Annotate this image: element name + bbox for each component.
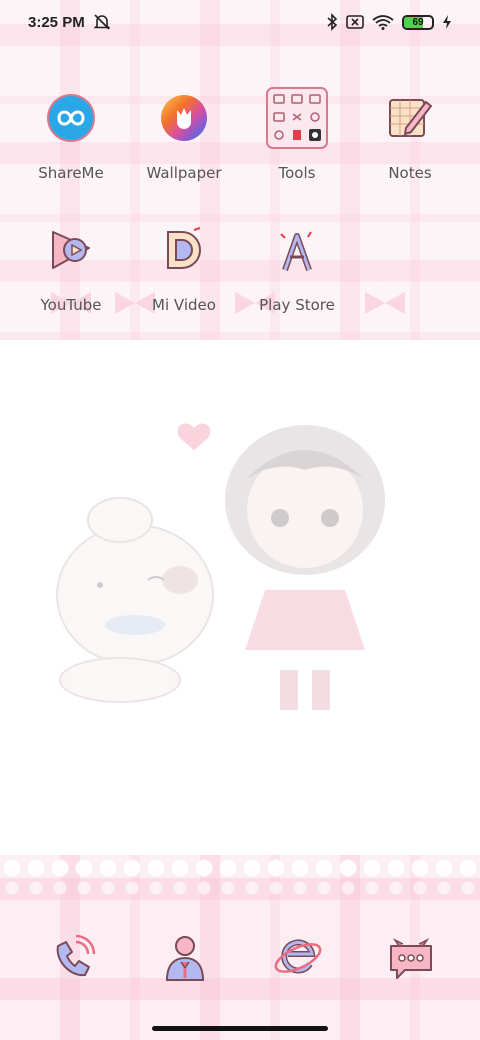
app-label: Mi Video: [152, 296, 216, 314]
dock-phone[interactable]: [40, 926, 104, 990]
dock-browser[interactable]: [266, 926, 330, 990]
wallpaper-illustration: [56, 423, 385, 710]
wallpaper-lace-trim: [0, 858, 480, 908]
contacts-icon: [165, 936, 205, 981]
battery-icon: 69: [402, 14, 434, 30]
browser-icon: [274, 939, 322, 974]
notes-icon: [378, 86, 442, 150]
bow-decoration: [365, 292, 405, 314]
app-label: Notes: [388, 164, 432, 182]
messages-icon: [390, 938, 432, 979]
alarm-off-icon: [93, 14, 111, 30]
no-sim-icon: [346, 15, 364, 29]
app-mi-video[interactable]: Mi Video: [129, 218, 239, 314]
app-label: YouTube: [40, 296, 102, 314]
app-label: Tools: [278, 164, 316, 182]
charging-icon: [443, 15, 451, 29]
mi-video-icon: [152, 218, 216, 282]
app-label: Play Store: [259, 296, 335, 314]
home-indicator[interactable]: [152, 1026, 328, 1031]
app-wallpaper[interactable]: Wallpaper: [129, 86, 239, 182]
status-bar: 3:25 PM 69: [0, 0, 480, 44]
status-time: 3:25 PM: [28, 13, 85, 31]
app-youtube[interactable]: YouTube: [16, 218, 126, 314]
app-notes[interactable]: Notes: [355, 86, 465, 182]
wallpaper-icon: [152, 86, 216, 150]
battery-level: 69: [412, 16, 424, 28]
bluetooth-icon: [327, 13, 338, 31]
play-store-icon: [265, 218, 329, 282]
tools-folder-icon: [265, 86, 329, 150]
dock-messages[interactable]: [379, 926, 443, 990]
folder-tools[interactable]: Tools: [242, 86, 352, 182]
youtube-icon: [39, 218, 103, 282]
phone-icon: [56, 934, 96, 977]
wifi-icon: [372, 15, 394, 30]
app-play-store[interactable]: Play Store: [242, 218, 352, 314]
shareme-icon: [39, 86, 103, 150]
app-shareme[interactable]: ShareMe: [16, 86, 126, 182]
dock-contacts[interactable]: [153, 926, 217, 990]
app-label: Wallpaper: [146, 164, 222, 182]
app-label: ShareMe: [38, 164, 104, 182]
